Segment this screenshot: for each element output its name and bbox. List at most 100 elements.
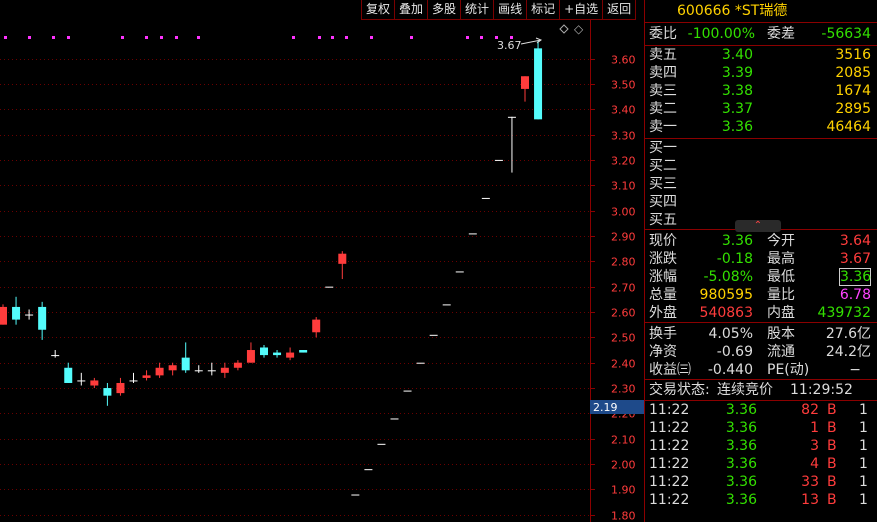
signal-dot	[345, 36, 348, 39]
signal-dot	[331, 36, 334, 39]
candle[interactable]	[77, 372, 86, 386]
candle[interactable]	[103, 382, 112, 406]
candle[interactable]	[260, 344, 268, 358]
eps-label: 收益㈢	[649, 362, 691, 378]
candle[interactable]	[364, 469, 373, 471]
toolbar-button-3[interactable]: 统计	[460, 0, 495, 20]
candle[interactable]	[429, 334, 438, 336]
bid-row[interactable]: 买一	[645, 139, 877, 157]
toolbar-button-2[interactable]: 多股	[427, 0, 462, 20]
candle[interactable]	[286, 347, 295, 361]
candle[interactable]	[351, 494, 360, 496]
trade-row: 11:22 3.36 13 B 1	[645, 491, 877, 509]
toolbar-button-0[interactable]: 复权	[361, 0, 396, 20]
ask-label: 卖三	[649, 83, 677, 99]
price-tick: 1.90	[611, 484, 636, 497]
trade-time: 11:22	[649, 438, 690, 454]
candle[interactable]	[25, 309, 34, 320]
candle[interactable]	[0, 304, 7, 325]
trade-side: B	[827, 492, 837, 508]
trade-side: B	[827, 438, 837, 454]
candle-body	[0, 306, 7, 325]
candle[interactable]	[64, 362, 73, 383]
candle[interactable]	[442, 304, 451, 306]
turn-label: 换手	[649, 326, 677, 342]
candle[interactable]	[12, 296, 21, 325]
candle[interactable]	[416, 362, 425, 364]
signal-dot	[4, 36, 7, 39]
candle[interactable]	[494, 159, 503, 161]
candle[interactable]	[246, 342, 255, 363]
candle[interactable]	[142, 370, 151, 381]
price-tick: 3.10	[611, 180, 636, 193]
ask-row[interactable]: 卖一 3.36 46464	[645, 118, 877, 136]
candle[interactable]	[521, 76, 529, 102]
toolbar-button-6[interactable]: +自选	[559, 0, 604, 20]
candle[interactable]	[207, 362, 216, 376]
candle[interactable]	[90, 377, 99, 389]
candle-body	[233, 362, 242, 368]
ask-row[interactable]: 卖四 3.39 2085	[645, 64, 877, 82]
price-tick: 1.80	[611, 510, 636, 522]
candle-body	[129, 380, 138, 382]
fund-row-eps: 收益㈢ -0.440 PE(动) −	[645, 361, 877, 379]
expand-icon[interactable]: ⌃	[735, 220, 781, 232]
candle[interactable]	[181, 342, 190, 373]
candle[interactable]	[377, 443, 386, 445]
candle[interactable]	[507, 116, 516, 173]
ask-row[interactable]: 卖三 3.38 1674	[645, 82, 877, 100]
ask-price: 3.40	[721, 47, 753, 63]
toolbar-button-7[interactable]: 返回	[602, 0, 637, 20]
candle[interactable]	[38, 301, 47, 340]
candle[interactable]	[273, 350, 282, 358]
candle[interactable]	[312, 317, 321, 338]
candle[interactable]	[233, 360, 242, 371]
trade-status-row: 交易状态: 连续竞价 11:29:52	[645, 380, 877, 401]
candle[interactable]	[403, 390, 412, 392]
ask-volume: 46464	[826, 119, 871, 135]
candle[interactable]	[534, 40, 543, 120]
candle[interactable]	[155, 362, 164, 378]
ask-volume: 1674	[835, 83, 871, 99]
ask-label: 卖五	[649, 47, 677, 63]
tick-trades-list[interactable]: 11:22 3.36 82 B 1 11:22 3.36 1 B 1 11:22 3.36 3 B 1 11:…	[645, 401, 877, 509]
trade-side: B	[827, 402, 837, 418]
candle[interactable]	[468, 233, 477, 235]
diamond-icon[interactable]	[559, 24, 569, 34]
collapse-icon[interactable]: ◇	[574, 22, 584, 36]
candle[interactable]	[338, 251, 347, 280]
candle[interactable]	[455, 271, 464, 273]
trade-row: 11:22 3.36 1 B 1	[645, 419, 877, 437]
bid-label: 买四	[649, 194, 677, 210]
bid-row[interactable]: 买三	[645, 175, 877, 193]
candle[interactable]	[481, 197, 490, 199]
bid-row[interactable]: 买二	[645, 157, 877, 175]
toolbar-button-5[interactable]: 标记	[526, 0, 561, 20]
candle-body	[194, 370, 203, 372]
chg-value: -0.18	[716, 251, 753, 267]
candle[interactable]	[51, 350, 60, 358]
candle[interactable]	[116, 377, 125, 396]
signal-dot	[145, 36, 148, 39]
candle[interactable]	[194, 365, 203, 373]
kline-chart[interactable]: 3.60 3.50 3.40 3.30 3.20 3.10 3.00 2.90 2.80 2.70…	[0, 0, 644, 522]
toolbar-button-4[interactable]: 画线	[493, 0, 528, 20]
pe-label: PE(动)	[767, 362, 810, 378]
bid-row[interactable]: 买四	[645, 193, 877, 211]
trade-count: 1	[859, 474, 868, 490]
candle[interactable]	[299, 350, 308, 353]
candle-body	[77, 380, 86, 382]
candle[interactable]	[390, 418, 399, 420]
signal-dot	[318, 36, 321, 39]
signal-dot	[175, 36, 178, 39]
candle[interactable]	[168, 362, 177, 376]
candle[interactable]	[129, 372, 138, 383]
in-value: 439732	[817, 305, 871, 321]
ask-row[interactable]: 卖五 3.40 3516	[645, 46, 877, 64]
candle[interactable]	[325, 286, 334, 288]
toolbar-button-1[interactable]: 叠加	[394, 0, 429, 20]
ask-row[interactable]: 卖二 3.37 2895	[645, 100, 877, 118]
candle-body	[403, 390, 412, 392]
candle[interactable]	[220, 362, 229, 378]
cap-label: 股本	[767, 326, 795, 342]
